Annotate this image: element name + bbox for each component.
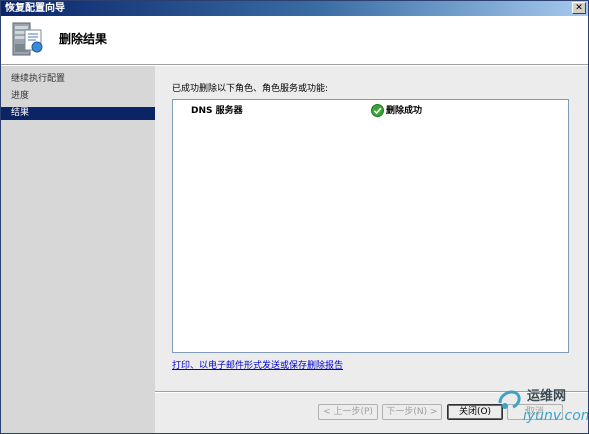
success-check-icon xyxy=(371,104,384,117)
watermark-logo-icon xyxy=(498,390,521,409)
title-bar[interactable]: 恢复配置向导 ✕ xyxy=(1,1,588,16)
previous-button[interactable]: < 上一步(P) xyxy=(318,404,378,420)
wizard-steps-sidebar: 继续执行配置 进度 结果 xyxy=(1,66,155,433)
report-link[interactable]: 打印、以电子邮件形式发送或保存删除报告 xyxy=(172,360,343,372)
restore-config-wizard-window: 恢复配置向导 ✕ 删除结果 继续执行配置 进度 结果 已成功删除以下角色、角色服… xyxy=(0,0,589,434)
wizard-header: 删除结果 xyxy=(1,16,588,65)
next-button[interactable]: 下一步(N) > xyxy=(382,404,442,420)
status-text: 删除成功 xyxy=(386,106,423,116)
watermark-en: iyunv.com xyxy=(523,408,589,424)
page-heading: 删除结果 xyxy=(59,32,108,46)
site-watermark: 运维网 iyunv.com xyxy=(497,385,589,433)
server-wizard-icon xyxy=(12,22,43,56)
results-content-pane: 已成功删除以下角色、角色服务或功能: DNS 服务器 删除成功 打印、以电子邮件… xyxy=(155,66,588,433)
watermark-cn: 运维网 xyxy=(527,389,567,404)
results-description: 已成功删除以下角色、角色服务或功能: xyxy=(172,84,329,94)
role-name: DNS 服务器 xyxy=(191,106,243,116)
sidebar-item-progress[interactable]: 进度 xyxy=(1,90,155,103)
results-list[interactable]: DNS 服务器 删除成功 xyxy=(172,99,569,353)
sidebar-item-results[interactable]: 结果 xyxy=(1,107,155,120)
list-item: DNS 服务器 删除成功 xyxy=(173,104,568,118)
window-title: 恢复配置向导 xyxy=(5,3,65,14)
close-window-button[interactable]: ✕ xyxy=(572,2,586,14)
sidebar-item-continue-config[interactable]: 继续执行配置 xyxy=(1,73,155,86)
close-button[interactable]: 关闭(O) xyxy=(447,404,503,420)
